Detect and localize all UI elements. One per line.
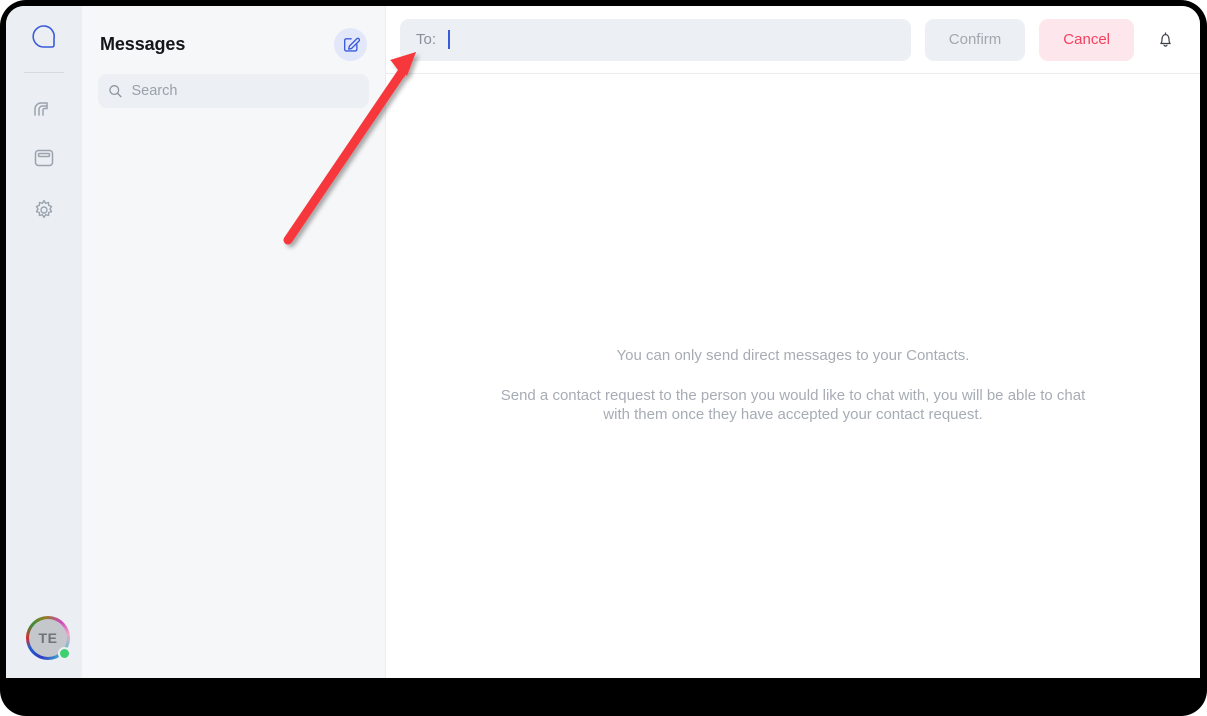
empty-state-secondary-text: Send a contact request to the person you… — [500, 387, 1086, 423]
avatar[interactable]: TE — [26, 616, 71, 660]
main-body: You can only send direct messages to you… — [386, 74, 1200, 678]
cancel-button[interactable]: Cancel — [1039, 18, 1134, 61]
search-box[interactable] — [98, 74, 369, 108]
confirm-button[interactable]: Confirm — [924, 18, 1026, 61]
bell-icon — [1159, 32, 1171, 47]
logo-icon[interactable] — [28, 21, 60, 53]
search-input[interactable] — [131, 83, 359, 99]
page-title: Messages — [100, 33, 186, 54]
compose-icon — [343, 37, 360, 52]
messages-panel: Messages — [82, 6, 386, 678]
recipient-field[interactable]: To: — [400, 18, 911, 61]
empty-state-primary-text: You can only send direct messages to you… — [616, 347, 970, 364]
status-badge-online — [58, 647, 71, 660]
compose-button[interactable] — [334, 27, 367, 61]
search-icon — [109, 85, 122, 98]
gear-icon[interactable] — [28, 194, 60, 226]
main-content: To: Confirm Cancel You can only send dir… — [386, 6, 1200, 678]
network-icon[interactable] — [28, 90, 60, 122]
app-window: TE Messages Search To: Confirm Cancel Yo… — [6, 6, 1200, 678]
messages-header: Messages — [82, 6, 385, 62]
compose-toolbar: To: Confirm Cancel — [386, 6, 1200, 74]
rail-divider — [24, 72, 64, 73]
left-rail: TE — [6, 6, 82, 678]
empty-state: You can only send direct messages to you… — [473, 347, 1113, 424]
notifications-button[interactable] — [1148, 23, 1182, 57]
window-frame: TE Messages Search To: Confirm Cancel Yo… — [0, 0, 1207, 716]
recipient-label: To: — [416, 31, 437, 48]
wallet-icon[interactable] — [28, 142, 60, 174]
text-caret — [448, 30, 451, 49]
